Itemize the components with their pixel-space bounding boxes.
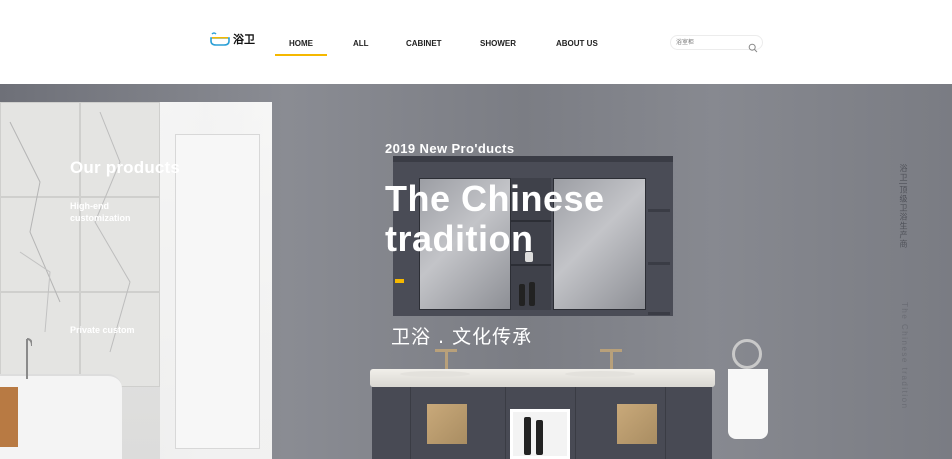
tap-right	[610, 349, 613, 369]
logo[interactable]: 浴卫	[210, 31, 255, 47]
hand-towel-image	[728, 369, 768, 439]
vertical-tagline-en: The Chinese tradition	[900, 302, 909, 410]
bathtub-logo-icon	[210, 32, 230, 46]
sink-left	[400, 371, 470, 377]
bottle-image	[524, 417, 531, 455]
sidebar-item-private-custom[interactable]: Private custom	[70, 324, 160, 336]
nav-item-about-us[interactable]: ABOUT US	[556, 39, 598, 48]
sidebar-item-high-end[interactable]: High-end customization	[70, 200, 160, 224]
accent-bar	[395, 279, 404, 283]
faucet-image	[26, 338, 32, 379]
drawer-handle	[427, 404, 467, 444]
nav-item-home[interactable]: HOME	[289, 39, 313, 48]
sink-right	[565, 371, 635, 377]
vanity-seam	[665, 387, 666, 459]
tap-left-spout	[435, 349, 457, 352]
nav-active-indicator	[275, 54, 327, 56]
towel-ring-image	[732, 339, 762, 369]
window-image	[175, 134, 260, 449]
bottle-image	[536, 420, 543, 455]
vanity-seam	[505, 387, 506, 459]
search-box	[670, 35, 763, 53]
side-shelf	[648, 262, 670, 265]
vanity-seam	[410, 387, 411, 459]
tap-right-spout	[600, 349, 622, 352]
hero-headline: The Chinese tradition	[385, 178, 605, 259]
cabinet-top	[393, 156, 673, 162]
search-icon[interactable]	[748, 38, 758, 57]
nav-item-all[interactable]: ALL	[353, 39, 369, 48]
drawer-handle	[617, 404, 657, 444]
hero-banner: Our products High-end customization Priv…	[0, 84, 952, 459]
side-shelf	[648, 312, 670, 315]
bottle-image	[519, 284, 525, 306]
towel-image	[0, 387, 18, 447]
brand-name: 浴卫	[233, 33, 255, 46]
hero-eyebrow: 2019 New Pro'ducts	[385, 141, 515, 156]
search-input[interactable]	[676, 37, 746, 48]
nav-item-cabinet[interactable]: CABINET	[406, 39, 442, 48]
nav-item-shower[interactable]: SHOWER	[480, 39, 516, 48]
shelf-divider	[511, 264, 551, 266]
hero-slogan: 卫浴 . 文化传承	[391, 326, 533, 348]
site-header: 浴卫 HOME ALL CABINET SHOWER ABOUT US	[0, 0, 952, 84]
vanity-seam	[575, 387, 576, 459]
sidebar-title: Our products	[70, 158, 181, 177]
tap-left	[445, 349, 448, 369]
bathtub-image	[0, 374, 122, 459]
vertical-tagline-cn: 浴卫|顶级卫浴生产商	[899, 164, 908, 249]
bottle-image	[529, 282, 535, 306]
